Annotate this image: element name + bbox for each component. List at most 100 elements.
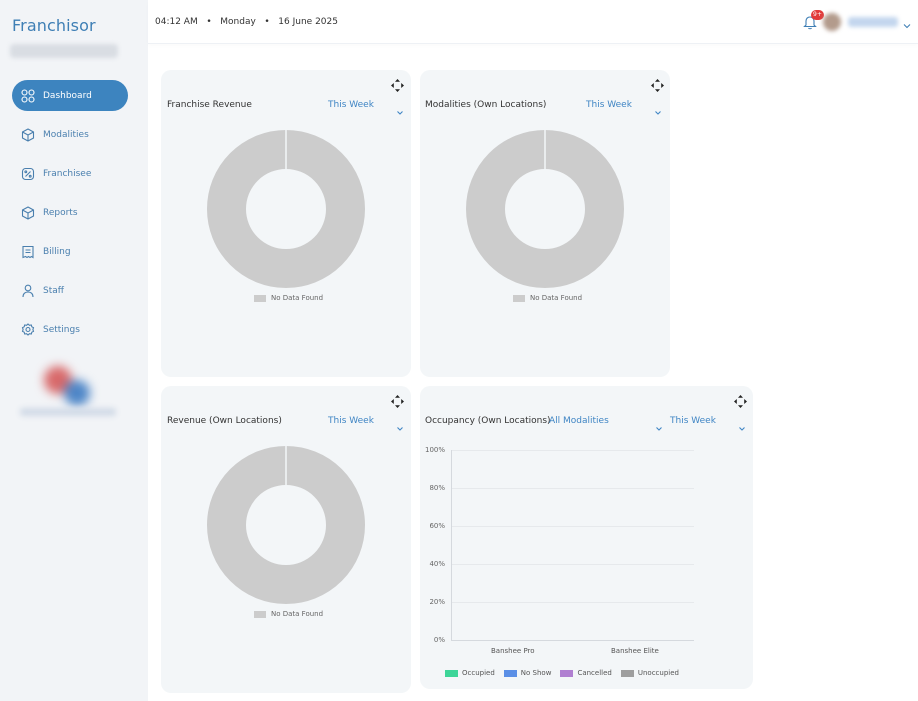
chevron-down-icon[interactable] bbox=[396, 102, 404, 115]
sidebar: Franchisor Dashboard Modalities Franchis… bbox=[0, 0, 148, 701]
dashboard-icon bbox=[21, 88, 35, 103]
brand-subtitle-blurred bbox=[10, 44, 118, 58]
period-dropdown[interactable]: This Week bbox=[586, 100, 632, 110]
sidebar-item-label: Franchisee bbox=[43, 168, 92, 179]
chart-legend: No Data Found bbox=[254, 610, 323, 618]
sidebar-item-staff[interactable]: Staff bbox=[12, 275, 128, 306]
move-icon[interactable] bbox=[651, 77, 664, 92]
legend-item-cancelled[interactable]: Cancelled bbox=[560, 669, 612, 677]
top-header: 04:12 AM • Monday • 16 June 2025 9+ bbox=[148, 0, 918, 44]
legend-label: No Data Found bbox=[271, 294, 324, 302]
chart-legend: No Data Found bbox=[513, 294, 582, 302]
chart-legend: No Data Found bbox=[254, 294, 323, 302]
box-icon bbox=[21, 127, 35, 142]
y-tick-label: 0% bbox=[433, 636, 445, 644]
card-occupancy: Occupancy (Own Locations) All Modalities… bbox=[420, 386, 753, 689]
gear-icon bbox=[21, 322, 35, 337]
y-tick-label: 60% bbox=[429, 522, 445, 530]
promo-text-blurred bbox=[20, 408, 116, 416]
move-icon[interactable] bbox=[391, 393, 404, 408]
legend-item-unoccupied[interactable]: Unoccupied bbox=[620, 669, 679, 677]
notification-badge: 9+ bbox=[811, 10, 824, 20]
separator-dot: • bbox=[200, 17, 218, 27]
y-tick-label: 20% bbox=[429, 598, 445, 606]
move-icon[interactable] bbox=[391, 77, 404, 92]
chevron-down-icon[interactable] bbox=[654, 102, 662, 115]
legend-label: No Data Found bbox=[271, 610, 324, 618]
card-franchise-revenue: Franchise Revenue This Week No Data Foun… bbox=[161, 70, 411, 377]
modality-filter-dropdown[interactable]: All Modalities bbox=[549, 416, 609, 426]
current-date: 16 June 2025 bbox=[278, 17, 338, 27]
legend-swatch bbox=[620, 669, 634, 677]
legend-label: No Data Found bbox=[530, 294, 583, 302]
period-dropdown[interactable]: This Week bbox=[328, 416, 374, 426]
card-modalities: Modalities (Own Locations) This Week No … bbox=[420, 70, 670, 377]
legend-item-no-show[interactable]: No Show bbox=[503, 669, 552, 677]
brand-title: Franchisor bbox=[12, 16, 96, 35]
sidebar-item-label: Staff bbox=[43, 285, 64, 296]
x-tick-label: Banshee Elite bbox=[611, 647, 659, 655]
sidebar-item-label: Modalities bbox=[43, 129, 89, 140]
sidebar-item-franchisee[interactable]: Franchisee bbox=[12, 158, 128, 189]
period-dropdown[interactable]: This Week bbox=[328, 100, 374, 110]
legend-label: Unoccupied bbox=[637, 669, 679, 677]
card-title: Revenue (Own Locations) bbox=[167, 416, 282, 426]
sidebar-item-billing[interactable]: Billing bbox=[12, 236, 128, 267]
person-icon bbox=[21, 284, 35, 298]
avatar[interactable] bbox=[823, 13, 841, 31]
y-axis-line bbox=[451, 450, 452, 640]
legend-label: Occupied bbox=[462, 669, 495, 677]
date-time: 04:12 AM • Monday • 16 June 2025 bbox=[155, 17, 338, 27]
legend-swatch bbox=[513, 294, 525, 302]
sidebar-item-settings[interactable]: Settings bbox=[12, 314, 128, 345]
gridline bbox=[451, 602, 694, 603]
card-revenue: Revenue (Own Locations) This Week No Dat… bbox=[161, 386, 411, 693]
legend-swatch bbox=[445, 669, 458, 677]
gridline bbox=[451, 488, 694, 489]
separator-dot: • bbox=[258, 17, 276, 27]
donut-chart bbox=[207, 130, 365, 288]
current-time: 04:12 AM bbox=[155, 17, 198, 27]
sidebar-item-label: Reports bbox=[43, 207, 78, 218]
gridline bbox=[451, 526, 694, 527]
sidebar-item-modalities[interactable]: Modalities bbox=[12, 119, 128, 150]
legend-swatch bbox=[254, 610, 266, 618]
legend-swatch bbox=[503, 669, 517, 677]
gridline bbox=[451, 564, 694, 565]
sidebar-item-dashboard[interactable]: Dashboard bbox=[12, 80, 128, 111]
legend-item-occupied[interactable]: Occupied bbox=[445, 669, 495, 677]
y-tick-label: 40% bbox=[429, 560, 445, 568]
discount-icon bbox=[21, 167, 35, 181]
move-icon[interactable] bbox=[734, 393, 747, 408]
current-day: Monday bbox=[220, 17, 256, 27]
legend-label: No Show bbox=[520, 669, 552, 677]
chevron-down-icon[interactable] bbox=[655, 418, 663, 431]
legend-swatch bbox=[560, 669, 574, 677]
sidebar-item-label: Settings bbox=[43, 324, 80, 335]
legend-swatch bbox=[254, 294, 266, 302]
card-title: Modalities (Own Locations) bbox=[425, 100, 547, 110]
chevron-down-icon[interactable] bbox=[902, 16, 912, 29]
x-axis-line bbox=[451, 640, 694, 641]
legend-label: Cancelled bbox=[577, 669, 612, 677]
chevron-down-icon[interactable] bbox=[396, 418, 404, 431]
sidebar-item-reports[interactable]: Reports bbox=[12, 197, 128, 228]
card-title: Occupancy (Own Locations) bbox=[425, 416, 551, 426]
donut-chart bbox=[466, 130, 624, 288]
gridline bbox=[451, 450, 694, 451]
card-title: Franchise Revenue bbox=[167, 100, 252, 110]
chevron-down-icon[interactable] bbox=[738, 418, 746, 431]
receipt-icon bbox=[21, 245, 35, 259]
period-dropdown[interactable]: This Week bbox=[670, 416, 716, 426]
chart-legend: Occupied No Show Cancelled Unoccupied bbox=[445, 669, 688, 677]
sidebar-item-label: Dashboard bbox=[43, 90, 92, 101]
y-tick-label: 100% bbox=[424, 446, 445, 454]
x-tick-label: Banshee Pro bbox=[491, 647, 535, 655]
promo-graphic-blurred bbox=[40, 362, 100, 410]
sidebar-nav: Dashboard Modalities Franchisee Reports … bbox=[12, 80, 128, 353]
y-tick-label: 80% bbox=[429, 484, 445, 492]
sidebar-item-label: Billing bbox=[43, 246, 71, 257]
username-blurred[interactable] bbox=[848, 17, 898, 27]
donut-chart bbox=[207, 446, 365, 604]
box-icon bbox=[21, 205, 35, 220]
